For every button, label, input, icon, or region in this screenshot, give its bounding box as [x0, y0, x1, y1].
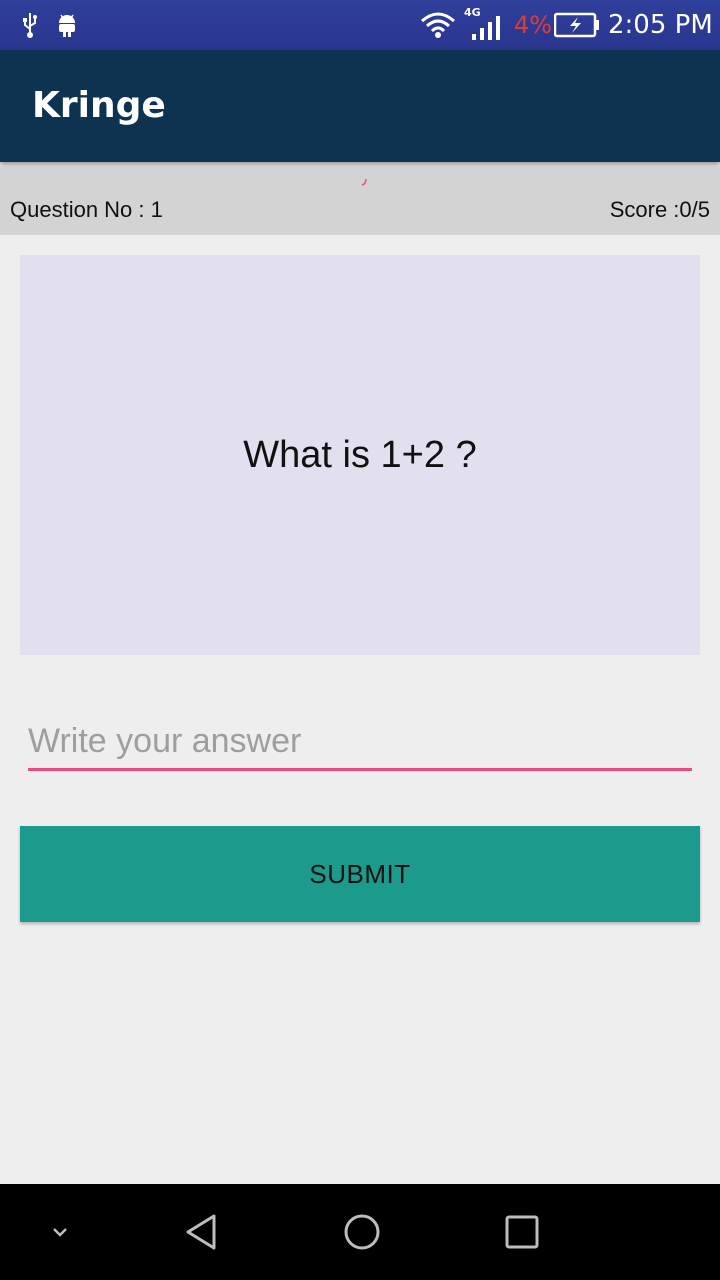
app-bar: Kringe: [0, 50, 720, 162]
signal-icon: 4G: [464, 0, 504, 50]
wifi-icon: [420, 0, 456, 50]
hide-keyboard-icon[interactable]: [40, 1184, 80, 1280]
question-info-bar: Question No : 1 Score :0/5: [0, 166, 720, 235]
android-debug-icon: [56, 0, 78, 50]
network-type-label: 4G: [464, 6, 481, 19]
status-bar: 4G 4% 2:05 PM: [0, 0, 720, 50]
question-number: Question No : 1: [10, 197, 163, 222]
battery-charging-icon: [554, 0, 600, 50]
clock: 2:05 PM: [608, 10, 713, 40]
app-title: Kringe: [32, 85, 166, 126]
home-icon[interactable]: [330, 1184, 394, 1280]
navigation-bar: [0, 1184, 720, 1280]
question-card: What is 1+2 ?: [20, 255, 700, 655]
answer-input[interactable]: [28, 714, 692, 771]
back-icon[interactable]: [170, 1184, 234, 1280]
score-label: Score :0/5: [609, 197, 710, 222]
recent-apps-icon[interactable]: [490, 1184, 554, 1280]
battery-percent: 4%: [514, 11, 553, 39]
loading-spinner-icon: [361, 178, 367, 186]
usb-icon: [20, 0, 40, 50]
question-text: What is 1+2 ?: [243, 433, 477, 476]
submit-button[interactable]: SUBMIT: [20, 826, 700, 922]
